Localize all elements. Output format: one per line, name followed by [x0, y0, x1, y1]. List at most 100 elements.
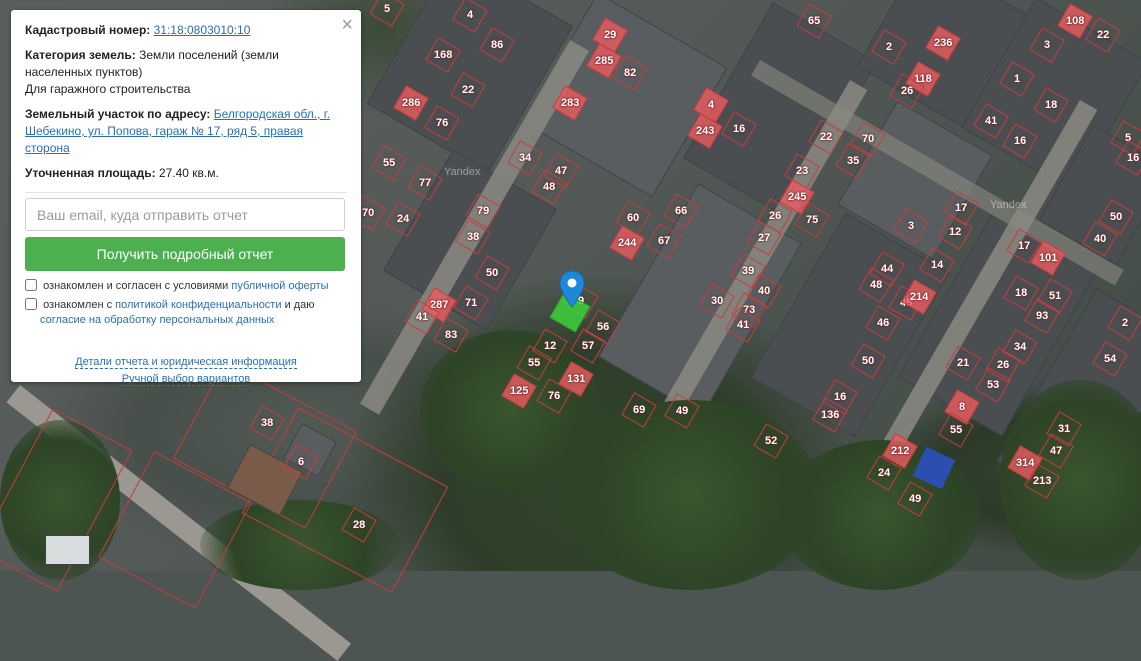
- parcel-number: 47: [554, 165, 568, 177]
- parcel-number: 17: [954, 202, 968, 214]
- parcel-number: 79: [476, 205, 490, 217]
- parcel-number: 41: [415, 311, 429, 323]
- parcel-number: 22: [461, 84, 475, 96]
- parcel-number: 53: [986, 379, 1000, 391]
- category-row: Категория земель: Земли поселений (земли…: [25, 47, 347, 98]
- parcel-number: 34: [518, 152, 532, 164]
- parcel-number: 83: [444, 329, 458, 341]
- parcel-number: 86: [490, 39, 504, 51]
- parcel-number: 65: [807, 15, 821, 27]
- parcel-number: 314: [1015, 456, 1035, 469]
- parcel-number: 24: [396, 213, 410, 225]
- bottom-links: Детали отчета и юридическая информация Р…: [25, 354, 347, 388]
- area-row: Уточненная площадь: 27.40 кв.м.: [25, 165, 347, 182]
- category-use: Для гаражного строительства: [25, 82, 191, 96]
- parcel-number: 48: [869, 279, 883, 291]
- parcel-number: 17: [1017, 240, 1031, 252]
- parcel-number: 52: [764, 435, 778, 447]
- parcel-number: 27: [757, 232, 771, 244]
- parcel-number: 214: [909, 290, 929, 303]
- parcel-number: 3: [1043, 39, 1051, 51]
- address-label: Земельный участок по адресу:: [25, 107, 211, 121]
- parcel-number: 2: [885, 41, 893, 53]
- parcel-info-panel: × Кадастровый номер: 31:18:0803010:10 Ка…: [11, 10, 361, 386]
- manual-selection-link[interactable]: Ручной выбор вариантов: [121, 373, 251, 386]
- parcel-number: 101: [1038, 251, 1058, 264]
- public-offer-link[interactable]: публичной оферты: [231, 280, 328, 292]
- parcel-number: 16: [833, 391, 847, 403]
- parcel-number: 76: [435, 117, 449, 129]
- parcel-number: 2: [1121, 317, 1129, 329]
- parcel-number: 49: [908, 493, 922, 505]
- parcel-number: 47: [1049, 445, 1063, 457]
- category-label: Категория земель:: [25, 48, 136, 62]
- parcel-number: 34: [1013, 341, 1027, 353]
- parcel-number: 49: [675, 405, 689, 417]
- privacy-consent-checkbox[interactable]: [25, 298, 37, 310]
- parcel-plot[interactable]: 5: [369, 0, 405, 27]
- parcel-number: 41: [984, 115, 998, 127]
- privacy-consent-mid: и даю: [284, 299, 315, 311]
- personal-data-consent-link[interactable]: согласие на обработку персональных данны…: [40, 314, 274, 326]
- parcel-number: 136: [820, 408, 840, 421]
- parcel-number: 8: [958, 401, 966, 413]
- parcel-number: 4: [466, 9, 474, 21]
- parcel-number: 41: [736, 319, 750, 331]
- map-pin-icon[interactable]: [559, 270, 585, 308]
- parcel-number: 212: [890, 444, 910, 457]
- email-field[interactable]: [25, 198, 345, 231]
- map-watermark: Yandex: [444, 166, 481, 178]
- parcel-number: 18: [1014, 287, 1028, 299]
- report-details-link[interactable]: Детали отчета и юридическая информация: [75, 356, 297, 369]
- parcel-plot[interactable]: 55: [371, 145, 407, 181]
- parcel-number: 30: [710, 295, 724, 307]
- cadastral-number-link[interactable]: 31:18:0803010:10: [154, 23, 251, 37]
- parcel-number: 28: [352, 519, 366, 531]
- parcel-number: 55: [382, 157, 396, 169]
- parcel-number: 93: [1035, 310, 1049, 322]
- parcel-number: 29: [603, 29, 617, 41]
- parcel-number: 55: [527, 357, 541, 369]
- parcel-number: 16: [732, 123, 746, 135]
- parcel-number: 236: [933, 36, 953, 49]
- get-report-button[interactable]: Получить подробный отчет: [25, 237, 345, 271]
- offer-consent-checkbox[interactable]: [25, 279, 37, 291]
- parcel-number: 12: [948, 226, 962, 238]
- close-icon[interactable]: ×: [341, 15, 353, 35]
- parcel-number: 5: [383, 2, 391, 15]
- parcel-number: 16: [1013, 135, 1027, 147]
- privacy-policy-link[interactable]: политикой конфиденциальности: [115, 299, 281, 311]
- parcel-number: 16: [1126, 152, 1140, 164]
- parcel-number: 77: [418, 177, 432, 189]
- parcel-number: 244: [617, 236, 637, 249]
- parcel-number: 50: [485, 267, 499, 279]
- parcel-number: 54: [1103, 353, 1117, 365]
- parcel-number: 23: [795, 165, 809, 177]
- parcel-number: 24: [877, 467, 891, 479]
- parcel-number: 38: [466, 231, 480, 243]
- parcel-number: 50: [861, 355, 875, 367]
- parcel-number: 22: [819, 131, 833, 143]
- parcel-number: 48: [542, 181, 556, 193]
- parcel-number: 82: [623, 67, 637, 79]
- trees: [1000, 380, 1141, 580]
- parcel-number: 286: [401, 96, 421, 109]
- trees: [560, 400, 820, 590]
- parcel-number: 60: [626, 212, 640, 224]
- parcel-number: 40: [1093, 233, 1107, 245]
- offer-consent-row: ознакомлен и согласен с условиями публич…: [25, 279, 347, 294]
- parcel-number: 50: [1109, 211, 1123, 223]
- parcel-number: 70: [861, 133, 875, 145]
- parcel-number: 26: [900, 85, 914, 97]
- parcel-number: 51: [1048, 290, 1062, 302]
- parcel-number: 14: [930, 259, 944, 271]
- parcel-number: 12: [543, 340, 557, 352]
- privacy-consent-text: ознакомлен с: [43, 299, 113, 311]
- parcel-number: 46: [876, 317, 890, 329]
- area-label: Уточненная площадь:: [25, 166, 156, 180]
- privacy-consent-row: ознакомлен с политикой конфиденциальност…: [25, 298, 347, 328]
- parcel-number: 125: [509, 384, 529, 397]
- area-value: 27.40 кв.м.: [158, 166, 219, 180]
- parcel-number: 26: [996, 359, 1010, 371]
- parcel-number: 39: [741, 265, 755, 277]
